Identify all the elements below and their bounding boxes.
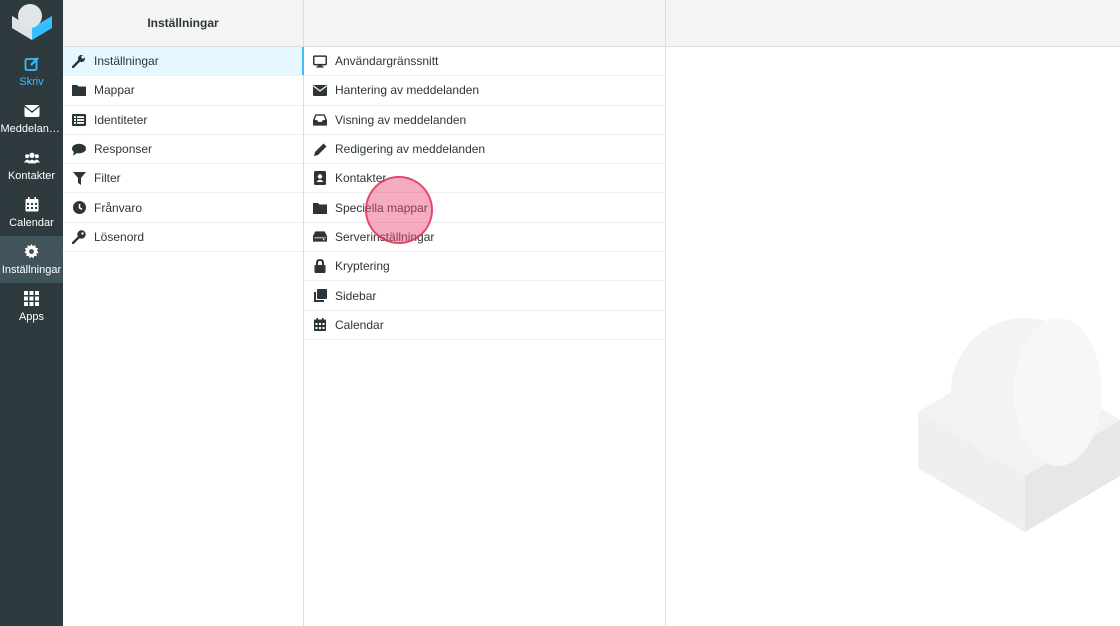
envelope-icon bbox=[313, 83, 327, 97]
nav-settings[interactable]: Inställningar bbox=[0, 236, 63, 283]
sections-header bbox=[304, 0, 665, 47]
clock-icon bbox=[72, 201, 86, 215]
section-server-settings[interactable]: Serverinställningar bbox=[304, 223, 665, 253]
server-icon bbox=[313, 230, 327, 244]
section-label: Calendar bbox=[335, 317, 384, 332]
settings-item-filters[interactable]: Filter bbox=[63, 164, 303, 194]
section-compose[interactable]: Redigering av meddelanden bbox=[304, 135, 665, 165]
pencil-icon bbox=[313, 142, 327, 156]
nav-mail[interactable]: Meddeland… bbox=[0, 95, 63, 142]
settings-item-label: Responser bbox=[94, 142, 153, 157]
section-label: Serverinställningar bbox=[335, 229, 435, 244]
settings-item-identities[interactable]: Identiteter bbox=[63, 106, 303, 135]
address-book-icon bbox=[313, 171, 327, 186]
id-list-icon bbox=[72, 113, 86, 127]
settings-item-preferences[interactable]: Inställningar bbox=[63, 47, 304, 77]
section-label: Sidebar bbox=[335, 288, 377, 303]
content-panel bbox=[666, 0, 1120, 626]
nav-settings-label: Inställningar bbox=[1, 263, 62, 276]
settings-item-label: Identiteter bbox=[94, 112, 148, 127]
section-label: Speciella mappar bbox=[335, 200, 428, 215]
settings-item-label: Inställningar bbox=[94, 54, 159, 69]
users-icon bbox=[23, 150, 40, 166]
settings-item-folders[interactable]: Mappar bbox=[63, 76, 303, 106]
settings-item-label: Lösenord bbox=[94, 229, 145, 244]
section-label: Användargränssnitt bbox=[335, 54, 439, 69]
monitor-icon bbox=[313, 54, 327, 68]
nav-calendar-label: Calendar bbox=[9, 216, 54, 229]
compose-icon bbox=[24, 56, 40, 72]
nav-compose-label: Skriv bbox=[19, 75, 44, 88]
section-user-interface[interactable]: Användargränssnitt bbox=[304, 47, 665, 77]
nav-calendar[interactable]: Calendar bbox=[0, 189, 63, 236]
settings-item-responses[interactable]: Responser bbox=[63, 135, 303, 165]
preference-sections-panel: Användargränssnitt Hantering av meddelan… bbox=[304, 0, 666, 626]
folder-icon bbox=[313, 201, 327, 215]
inbox-icon bbox=[313, 113, 327, 127]
app: Skriv Meddeland… Kontakter Calendar Inst… bbox=[0, 0, 1120, 626]
nav-contacts-label: Kontakter bbox=[7, 169, 56, 182]
settings-item-vacation[interactable]: Frånvaro bbox=[63, 193, 303, 223]
nav-compose[interactable]: Skriv bbox=[0, 48, 63, 95]
settings-header: Inställningar bbox=[63, 0, 303, 47]
section-encryption[interactable]: Kryptering bbox=[304, 252, 665, 282]
section-label: Visning av meddelanden bbox=[335, 112, 467, 127]
grid-icon bbox=[24, 291, 40, 307]
section-special-folders[interactable]: Speciella mappar bbox=[304, 193, 665, 223]
envelope-icon bbox=[23, 103, 40, 119]
nav-contacts[interactable]: Kontakter bbox=[0, 142, 63, 189]
roundcube-logo[interactable] bbox=[0, 0, 63, 48]
section-label: Kontakter bbox=[335, 171, 387, 186]
gear-icon bbox=[24, 244, 40, 260]
section-label: Redigering av meddelanden bbox=[335, 142, 486, 157]
nav-mail-label: Meddeland… bbox=[0, 122, 63, 135]
section-sidebar[interactable]: Sidebar bbox=[304, 281, 665, 311]
key-icon bbox=[72, 230, 86, 244]
settings-list-panel: Inställningar Inställningar Mappar Ident… bbox=[63, 0, 304, 626]
filter-icon bbox=[72, 171, 86, 185]
wrench-icon bbox=[72, 54, 86, 69]
comment-icon bbox=[72, 142, 86, 156]
lock-icon bbox=[313, 259, 327, 274]
section-addressbook[interactable]: Kontakter bbox=[304, 164, 665, 194]
settings-item-label: Mappar bbox=[94, 83, 135, 98]
content-header bbox=[666, 0, 1120, 47]
nav-apps[interactable]: Apps bbox=[0, 283, 63, 330]
section-message-display[interactable]: Visning av meddelanden bbox=[304, 106, 665, 135]
settings-item-password[interactable]: Lösenord bbox=[63, 223, 303, 253]
folder-icon bbox=[72, 83, 86, 97]
clone-icon bbox=[313, 289, 327, 303]
settings-item-label: Filter bbox=[94, 171, 121, 186]
section-label: Kryptering bbox=[335, 259, 390, 274]
section-label: Hantering av meddelanden bbox=[335, 83, 480, 98]
section-calendar[interactable]: Calendar bbox=[304, 311, 665, 340]
section-mailbox-view[interactable]: Hantering av meddelanden bbox=[304, 76, 665, 106]
nav-apps-label: Apps bbox=[18, 310, 45, 323]
calendar-icon bbox=[24, 197, 40, 213]
main-nav: Skriv Meddeland… Kontakter Calendar Inst… bbox=[0, 0, 63, 626]
calendar-icon bbox=[313, 318, 327, 332]
settings-item-label: Frånvaro bbox=[94, 200, 143, 215]
watermark-logo bbox=[918, 318, 1120, 532]
